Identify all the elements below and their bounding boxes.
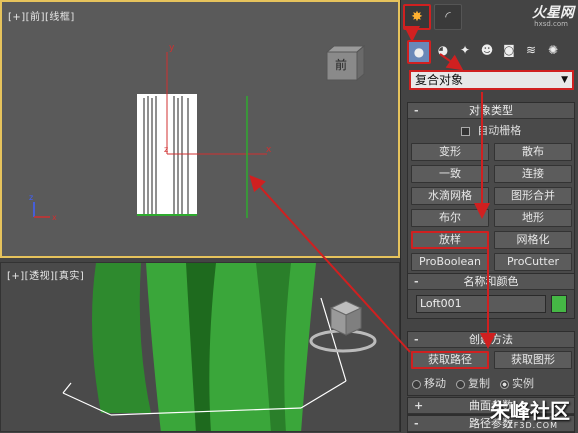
scatter-button[interactable]: 散布 — [494, 143, 572, 161]
object-type-rollout: - 对象类型 自动栅格 变形 散布 一致 连接 水滴网格 图形合并 布尔 地形 … — [407, 102, 575, 276]
name-color-rollout: - 名称和颜色 Loft001 — [407, 273, 575, 319]
panel-tabs: ✸ ◜ — [403, 4, 462, 32]
front-viewport-canvas: y x z z x — [29, 43, 366, 222]
svg-text:x: x — [52, 213, 57, 222]
svg-text:z: z — [29, 193, 33, 202]
radio-instance[interactable]: 实例 — [500, 375, 534, 391]
name-color-title: 名称和颜色 — [463, 275, 519, 288]
systems-icon[interactable]: ✺ — [543, 40, 563, 60]
svg-text:x: x — [266, 145, 272, 155]
loft-object-persp-left — [92, 263, 151, 413]
svg-text:z: z — [164, 145, 168, 154]
get-shape-button[interactable]: 获取图形 — [494, 351, 572, 369]
procutter-button[interactable]: ProCutter — [494, 253, 572, 271]
boolean-button[interactable]: 布尔 — [411, 209, 489, 227]
mesher-button[interactable]: 网格化 — [494, 231, 572, 249]
perspective-viewport-canvas — [62, 263, 377, 431]
conform-button[interactable]: 一致 — [411, 165, 489, 183]
autogrid-row[interactable]: 自动栅格 — [408, 122, 574, 138]
object-type-dropdown[interactable]: 复合对象 ▼ — [409, 70, 574, 90]
radio-copy[interactable]: 复制 — [456, 375, 490, 391]
collapse-icon: - — [414, 333, 419, 346]
morph-button[interactable]: 变形 — [411, 143, 489, 161]
modify-tab[interactable]: ◜ — [434, 4, 462, 30]
object-type-header[interactable]: - 对象类型 — [408, 103, 574, 119]
object-type-buttons: 变形 散布 一致 连接 水滴网格 图形合并 布尔 地形 放样 网格化 ProBo… — [408, 141, 574, 275]
object-color-swatch[interactable] — [551, 295, 567, 313]
collapse-icon: - — [414, 417, 419, 430]
watermark-logo: 朱峰社区 — [490, 399, 570, 423]
helpers-icon[interactable]: ◙ — [499, 40, 519, 60]
create-tab[interactable]: ✸ — [403, 4, 431, 30]
collapse-icon: - — [414, 104, 419, 117]
object-name-input[interactable]: Loft001 — [416, 295, 546, 313]
proboolean-button[interactable]: ProBoolean — [411, 253, 489, 271]
terrain-button[interactable]: 地形 — [494, 209, 572, 227]
site-logo: 火星网 — [532, 5, 574, 21]
expand-icon: + — [414, 399, 424, 412]
spacewarps-icon[interactable]: ≋ — [521, 40, 541, 60]
perspective-viewport[interactable]: [+][透视][真实] — [0, 262, 400, 432]
get-path-button[interactable]: 获取路径 — [411, 351, 489, 369]
name-color-header[interactable]: - 名称和颜色 — [408, 274, 574, 290]
loft-button[interactable]: 放样 — [411, 231, 489, 249]
autogrid-checkbox[interactable] — [460, 126, 470, 136]
chevron-down-icon: ▼ — [561, 75, 568, 85]
watermark-url: ZF3D.COM — [507, 421, 558, 430]
viewcube-front-text: 前 — [335, 58, 348, 72]
viewcube-persp[interactable] — [329, 300, 363, 336]
modify-icon: ◜ — [445, 9, 451, 25]
object-type-dropdown-value: 复合对象 — [415, 73, 464, 87]
command-panel: ✸ ◜ 火星网 hxsd.com ● ◕ ✦ ☻ ◙ ≋ ✺ 复合对象 ▼ - … — [400, 0, 578, 433]
geometry-icon[interactable]: ● — [407, 40, 431, 64]
shapes-icon[interactable]: ◕ — [433, 40, 453, 60]
site-logo-sub: hxsd.com — [534, 20, 568, 28]
cameras-icon[interactable]: ☻ — [477, 40, 497, 60]
front-viewport[interactable]: [+][前][线框] y x z z x 前 — [0, 0, 400, 258]
connect-button[interactable]: 连接 — [494, 165, 572, 183]
radio-move[interactable]: 移动 — [412, 375, 446, 391]
blobmesh-button[interactable]: 水滴网格 — [411, 187, 489, 205]
creation-method-header[interactable]: - 创建方法 — [408, 332, 574, 348]
clone-mode-radios: 移动 复制 实例 — [408, 371, 574, 395]
create-category-icons: ● ◕ ✦ ☻ ◙ ≋ ✺ — [407, 40, 563, 64]
object-type-title: 对象类型 — [469, 104, 513, 117]
collapse-icon: - — [414, 275, 419, 288]
creation-method-title: 创建方法 — [469, 333, 513, 346]
svg-text:y: y — [169, 43, 175, 53]
loft-object-persp-main — [146, 263, 316, 431]
lights-icon[interactable]: ✦ — [455, 40, 475, 60]
autogrid-label: 自动栅格 — [477, 124, 522, 137]
creation-method-buttons: 获取路径 获取图形 — [408, 348, 574, 371]
creation-method-rollout: - 创建方法 获取路径 获取图形 移动 复制 实例 — [407, 331, 575, 396]
sun-icon: ✸ — [411, 9, 423, 25]
shapemerge-button[interactable]: 图形合并 — [494, 187, 572, 205]
